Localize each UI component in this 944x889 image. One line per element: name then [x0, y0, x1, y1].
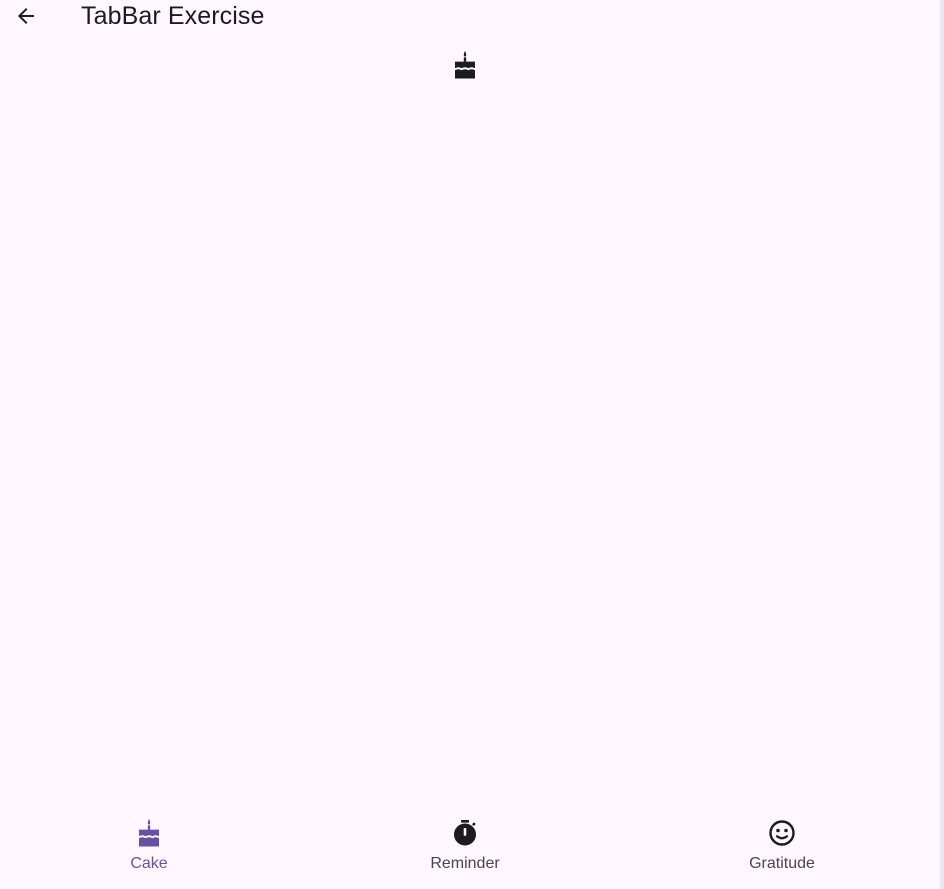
bottom-tab-bar: Cake Reminder Gratitude: [0, 800, 940, 889]
window-edge: [940, 0, 944, 889]
tab-reminder[interactable]: Reminder: [298, 800, 632, 889]
cake-icon: [139, 819, 159, 847]
tab-label: Cake: [130, 855, 168, 872]
cake-icon: [455, 51, 475, 79]
tab-label: Reminder: [430, 855, 500, 872]
app-screen: TabBar Exercise Cake Reminder Gratitude: [0, 0, 940, 889]
tab-content: [452, 51, 478, 79]
tab-gratitude[interactable]: Gratitude: [632, 800, 932, 889]
smiley-icon: [769, 820, 795, 846]
tab-cake[interactable]: Cake: [0, 800, 298, 889]
page-title: TabBar Exercise: [81, 2, 265, 30]
back-button[interactable]: [6, 0, 46, 36]
app-bar: TabBar Exercise: [0, 0, 940, 34]
tab-label: Gratitude: [749, 855, 815, 872]
timer-icon: [454, 820, 476, 846]
arrow-back-icon: [18, 8, 34, 24]
